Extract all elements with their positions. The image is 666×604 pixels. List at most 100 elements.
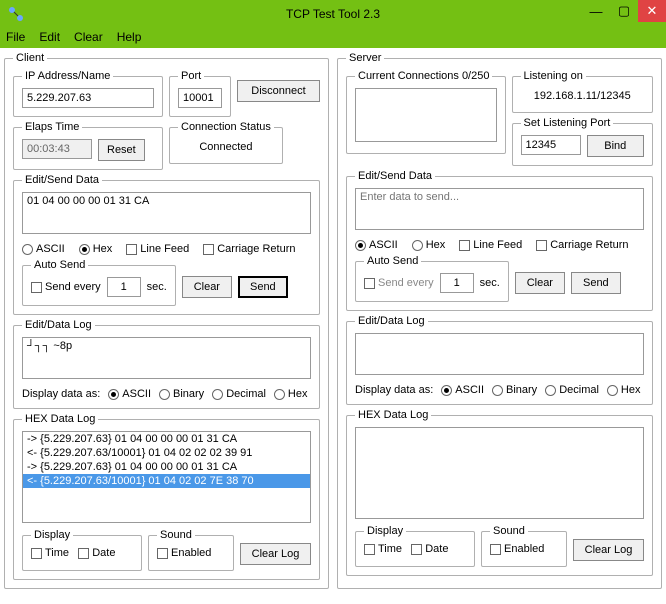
client-log-date[interactable]: Date: [78, 547, 115, 559]
title-bar: TCP Test Tool 2.3 — ▢ ✕: [0, 0, 666, 28]
ip-group: IP Address/Name: [13, 70, 163, 117]
server-send-data[interactable]: [355, 188, 644, 230]
server-hex-log-legend: HEX Data Log: [355, 409, 431, 421]
client-encoding-ascii[interactable]: ASCII: [22, 243, 65, 255]
client-legend: Client: [13, 52, 47, 64]
set-port-legend: Set Listening Port: [521, 117, 614, 129]
server-send-button[interactable]: Send: [571, 272, 621, 294]
server-data-log[interactable]: [355, 333, 644, 375]
sec-label: sec.: [147, 281, 167, 293]
server-log-date[interactable]: Date: [411, 543, 448, 555]
client-encoding-hex[interactable]: Hex: [79, 243, 113, 255]
server-group: Server Current Connections 0/250 Listeni…: [337, 52, 662, 589]
maximize-button[interactable]: ▢: [610, 0, 638, 22]
hex-log-item[interactable]: <- {5.229.207.63/10001} 01 04 02 02 02 3…: [23, 446, 310, 460]
elaps-group: Elaps Time Reset: [13, 121, 163, 170]
server-carriage[interactable]: Carriage Return: [536, 239, 628, 251]
server-edit-send-legend: Edit/Send Data: [355, 170, 435, 182]
server-data-log-legend: Edit/Data Log: [355, 315, 428, 327]
elaps-legend: Elaps Time: [22, 121, 82, 133]
client-log-sound-group: Sound Enabled: [148, 529, 234, 571]
server-edit-send-group: Edit/Send Data ASCII Hex Line Feed Carri…: [346, 170, 653, 311]
client-log-time[interactable]: Time: [31, 547, 69, 559]
elaps-value: [22, 139, 92, 159]
listening-group: Listening on 192.168.1.11/12345: [512, 70, 654, 113]
client-linefeed[interactable]: Line Feed: [126, 243, 189, 255]
reset-button[interactable]: Reset: [98, 139, 145, 161]
server-data-log-group: Edit/Data Log Display data as: ASCII Bin…: [346, 315, 653, 405]
menu-clear[interactable]: Clear: [74, 30, 103, 44]
client-send-interval[interactable]: [107, 277, 141, 297]
port-legend: Port: [178, 70, 204, 82]
client-group: Client IP Address/Name Port Disconnect E…: [4, 52, 329, 589]
disconnect-button[interactable]: Disconnect: [237, 80, 320, 102]
server-display-decimal[interactable]: Decimal: [545, 384, 599, 396]
client-log-display-group: Display Time Date: [22, 529, 142, 571]
client-display-decimal[interactable]: Decimal: [212, 388, 266, 400]
ip-legend: IP Address/Name: [22, 70, 113, 82]
conn-status-legend: Connection Status: [178, 121, 274, 133]
server-autosend-group: Auto Send Send every sec.: [355, 255, 509, 302]
display-as-label: Display data as:: [22, 388, 100, 400]
server-log-sound-enabled[interactable]: Enabled: [490, 543, 544, 555]
client-log-sound-enabled[interactable]: Enabled: [157, 547, 211, 559]
client-display-binary[interactable]: Binary: [159, 388, 204, 400]
set-port-group: Set Listening Port Bind: [512, 117, 654, 166]
conn-status-value: Connected: [178, 139, 274, 155]
app-icon: [4, 2, 28, 26]
client-carriage[interactable]: Carriage Return: [203, 243, 295, 255]
client-send-data[interactable]: 01 04 00 00 00 01 31 CA: [22, 192, 311, 234]
window-controls: — ▢ ✕: [582, 0, 666, 22]
listening-value: 192.168.1.11/12345: [521, 88, 645, 104]
server-clear-button[interactable]: Clear: [515, 272, 565, 294]
server-display-hex[interactable]: Hex: [607, 384, 641, 396]
server-hex-listbox[interactable]: [355, 427, 644, 519]
bind-button[interactable]: Bind: [587, 135, 645, 157]
hex-log-item[interactable]: -> {5.229.207.63} 01 04 00 00 00 01 31 C…: [23, 432, 310, 446]
server-log-time[interactable]: Time: [364, 543, 402, 555]
client-clear-button[interactable]: Clear: [182, 276, 232, 298]
client-clearlog-button[interactable]: Clear Log: [240, 543, 311, 565]
client-sendevery-check[interactable]: Send every: [31, 281, 101, 293]
content: Client IP Address/Name Port Disconnect E…: [0, 48, 666, 593]
conn-status-group: Connection Status Connected: [169, 121, 283, 164]
client-hex-log-group: HEX Data Log -> {5.229.207.63} 01 04 00 …: [13, 413, 320, 580]
client-data-log-legend: Edit/Data Log: [22, 319, 95, 331]
server-linefeed[interactable]: Line Feed: [459, 239, 522, 251]
server-encoding-ascii[interactable]: ASCII: [355, 239, 398, 251]
port-group: Port: [169, 70, 231, 117]
cur-conn-legend: Current Connections 0/250: [355, 70, 492, 82]
menu-edit[interactable]: Edit: [39, 30, 60, 44]
cur-conn-list[interactable]: [355, 88, 497, 142]
ip-input[interactable]: [22, 88, 154, 108]
server-sendevery-check[interactable]: Send every: [364, 277, 434, 289]
server-display-binary[interactable]: Binary: [492, 384, 537, 396]
menu-file[interactable]: File: [6, 30, 25, 44]
window-title: TCP Test Tool 2.3: [0, 7, 666, 21]
server-display-ascii[interactable]: ASCII: [441, 384, 484, 396]
client-send-button[interactable]: Send: [238, 276, 288, 298]
client-data-log-group: Edit/Data Log ┘┐┐ ~8p Display data as: A…: [13, 319, 320, 409]
client-display-hex[interactable]: Hex: [274, 388, 308, 400]
client-hex-listbox[interactable]: -> {5.229.207.63} 01 04 00 00 00 01 31 C…: [22, 431, 311, 523]
hex-log-item[interactable]: <- {5.229.207.63/10001} 01 04 02 02 7E 3…: [23, 474, 310, 488]
client-display-ascii[interactable]: ASCII: [108, 388, 151, 400]
client-edit-send-group: Edit/Send Data 01 04 00 00 00 01 31 CA A…: [13, 174, 320, 315]
server-encoding-hex[interactable]: Hex: [412, 239, 446, 251]
client-data-log[interactable]: ┘┐┐ ~8p: [22, 337, 311, 379]
server-log-sound-group: Sound Enabled: [481, 525, 567, 567]
client-edit-send-legend: Edit/Send Data: [22, 174, 102, 186]
close-button[interactable]: ✕: [638, 0, 666, 22]
server-send-interval[interactable]: [440, 273, 474, 293]
server-autosend-legend: Auto Send: [364, 255, 421, 267]
port-input[interactable]: [178, 88, 222, 108]
minimize-button[interactable]: —: [582, 0, 610, 22]
server-clearlog-button[interactable]: Clear Log: [573, 539, 644, 561]
client-hex-log-legend: HEX Data Log: [22, 413, 98, 425]
hex-log-item[interactable]: -> {5.229.207.63} 01 04 00 00 00 01 31 C…: [23, 460, 310, 474]
set-port-input[interactable]: [521, 135, 581, 155]
listening-legend: Listening on: [521, 70, 586, 82]
menu-help[interactable]: Help: [117, 30, 142, 44]
cur-conn-group: Current Connections 0/250: [346, 70, 506, 154]
server-legend: Server: [346, 52, 384, 64]
